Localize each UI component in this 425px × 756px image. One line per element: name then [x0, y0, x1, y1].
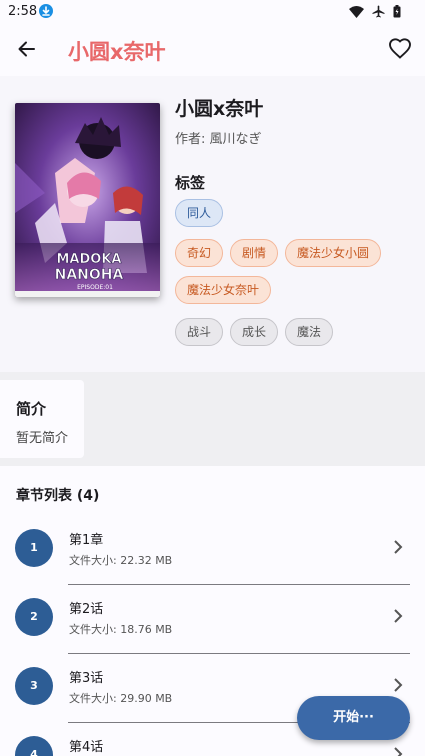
- divider: [68, 584, 410, 585]
- chevron-right-icon: [393, 539, 403, 555]
- tag-chip[interactable]: 成长: [230, 318, 279, 346]
- chapter-item[interactable]: 1 第1章 文件大小: 22.32 MB: [0, 517, 425, 586]
- chevron-right-icon: [393, 746, 403, 756]
- tag-chip[interactable]: 同人: [175, 199, 224, 227]
- intro-text: 暂无简介: [16, 431, 69, 446]
- battery-icon: [393, 5, 401, 18]
- chapter-number-badge: 2: [15, 598, 53, 636]
- chapter-file-size: 文件大小: 29.90 MB: [69, 692, 173, 705]
- cover-title-line2: NANOHA: [55, 267, 124, 283]
- tag-chip[interactable]: 奇幻: [175, 239, 224, 267]
- cover-image[interactable]: MADOKA NANOHA EPISODE:01: [15, 103, 160, 297]
- chapter-name: 第3话: [69, 671, 104, 686]
- intro-card: 简介 暂无简介: [0, 380, 84, 458]
- download-icon: [39, 4, 53, 18]
- book-header: MADOKA NANOHA EPISODE:01 小圆x奈叶 作者: 風川なぎ …: [0, 76, 425, 372]
- cover-title-line3: EPISODE:01: [77, 284, 113, 291]
- tag-chip[interactable]: 魔法: [285, 318, 334, 346]
- app-title: 小圆x奈叶: [68, 40, 166, 64]
- chevron-right-icon: [393, 608, 403, 624]
- chapter-name: 第2话: [69, 602, 104, 617]
- chapter-name: 第4话: [69, 740, 104, 755]
- chapter-list-title: 章节列表 (4): [16, 488, 100, 504]
- book-author[interactable]: 作者: 風川なぎ: [175, 128, 262, 147]
- chapter-file-size: 文件大小: 22.32 MB: [69, 554, 173, 567]
- divider: [68, 653, 410, 654]
- heart-outline-icon[interactable]: [388, 37, 412, 61]
- chapter-number-badge: 3: [15, 667, 53, 705]
- book-title: 小圆x奈叶: [175, 98, 264, 120]
- tags-heading: 标签: [175, 174, 206, 192]
- tag-chip[interactable]: 魔法少女奈叶: [175, 276, 272, 304]
- chapter-number-badge: 1: [15, 529, 53, 567]
- start-reading-button[interactable]: 开始···: [297, 696, 410, 740]
- status-bar: 2:58: [0, 0, 425, 24]
- chevron-right-icon: [393, 677, 403, 693]
- status-time: 2:58: [8, 4, 38, 19]
- arrow-back-icon[interactable]: [14, 36, 40, 62]
- airplane-icon: [372, 5, 385, 18]
- tag-chip[interactable]: 剧情: [230, 239, 279, 267]
- chapter-number-badge: 4: [15, 736, 53, 756]
- chapter-name: 第1章: [69, 533, 104, 548]
- intro-title: 简介: [16, 400, 47, 418]
- chapter-file-size: 文件大小: 18.76 MB: [69, 623, 173, 636]
- wifi-icon: [349, 5, 364, 18]
- app-bar: 小圆x奈叶: [0, 24, 425, 76]
- cover-title-line1: MADOKA: [57, 252, 122, 267]
- tag-chip[interactable]: 魔法少女小圆: [285, 239, 382, 267]
- tag-chip[interactable]: 战斗: [175, 318, 224, 346]
- chapter-item[interactable]: 2 第2话 文件大小: 18.76 MB: [0, 586, 425, 655]
